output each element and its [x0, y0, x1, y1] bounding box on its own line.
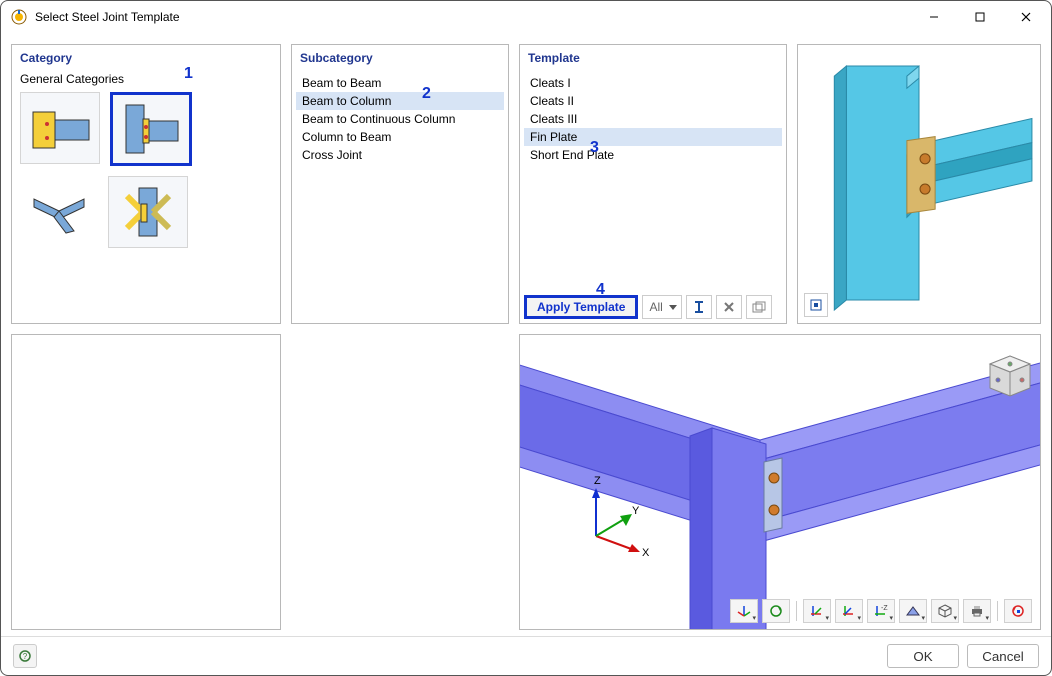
reset-view-icon-button[interactable] [1004, 599, 1032, 623]
list-item[interactable]: Cleats III [524, 110, 782, 128]
template-preview-panel [797, 44, 1041, 324]
chevron-down-icon [669, 305, 677, 310]
zoom-extents-icon-button[interactable] [804, 293, 828, 317]
svg-text:-Z: -Z [881, 605, 888, 612]
category-panel: Category General Categories 1 [11, 44, 281, 324]
render-mode-icon-button[interactable]: ▾ [899, 599, 927, 623]
template-preview-3d [798, 45, 1040, 323]
list-item[interactable]: Fin Plate [524, 128, 782, 146]
category-thumbnails [12, 92, 280, 256]
left-column: Category General Categories 1 [11, 44, 281, 630]
svg-text:X: X [642, 547, 650, 559]
left-empty-panel [11, 334, 281, 630]
cancel-button[interactable]: Cancel [967, 644, 1039, 668]
iso-cube-icon-button[interactable]: ▾ [931, 599, 959, 623]
category-thumb-column-to-beam[interactable] [108, 176, 188, 248]
close-button[interactable] [1003, 2, 1049, 32]
general-categories-label: General Categories [12, 70, 280, 92]
ok-button[interactable]: OK [887, 644, 959, 668]
list-item[interactable]: Cross Joint [296, 146, 504, 164]
category-thumb-beam-to-beam[interactable] [20, 92, 100, 164]
subcategory-column: Subcategory 2 Beam to Beam Beam to Colum… [291, 44, 509, 630]
right-top-row: Template 3 4 Cleats I Cleats II Cleats I… [519, 44, 1041, 324]
view-xy-icon-button[interactable]: ▾ [803, 599, 831, 623]
list-item[interactable]: Beam to Column [296, 92, 504, 110]
dialog-body: Category General Categories 1 [1, 34, 1051, 636]
maximize-button[interactable] [957, 2, 1003, 32]
dialog-footer: ? OK Cancel [1, 636, 1051, 675]
list-item[interactable]: Short End Plate [524, 146, 782, 164]
delete-icon-button[interactable] [716, 295, 742, 319]
view-xz-icon-button[interactable]: ▾ [835, 599, 863, 623]
template-action-row: Apply Template All [524, 295, 782, 319]
category-thumb-beam-to-column[interactable] [110, 92, 192, 166]
minimize-button[interactable] [911, 2, 957, 32]
svg-text:Y: Y [632, 505, 640, 517]
model-viewport-panel[interactable]: Z X Y ▾ ▾ ▾ -Z▾ ▾ ▾ ▾ [519, 334, 1041, 630]
model-viewport-3d: Z X Y [520, 335, 1040, 629]
list-item[interactable]: Cleats I [524, 74, 782, 92]
template-panel: Template 3 4 Cleats I Cleats II Cleats I… [519, 44, 787, 324]
view-yz-icon-button[interactable]: -Z▾ [867, 599, 895, 623]
new-window-icon-button[interactable] [746, 295, 772, 319]
refresh-view-icon-button[interactable] [762, 599, 790, 623]
apply-template-button[interactable]: Apply Template [524, 295, 638, 319]
subcategory-list: Beam to Beam Beam to Column Beam to Cont… [292, 70, 508, 168]
list-item[interactable]: Cleats II [524, 92, 782, 110]
right-column: Template 3 4 Cleats I Cleats II Cleats I… [519, 44, 1041, 630]
axis-tool-icon-button[interactable]: ▾ [730, 599, 758, 623]
rename-icon-button[interactable] [686, 295, 712, 319]
template-header: Template [520, 45, 786, 70]
svg-text:Z: Z [594, 475, 601, 487]
svg-text:?: ? [23, 652, 28, 661]
list-item[interactable]: Beam to Continuous Column [296, 110, 504, 128]
list-item[interactable]: Beam to Beam [296, 74, 504, 92]
print-icon-button[interactable]: ▾ [963, 599, 991, 623]
title-bar: Select Steel Joint Template [1, 1, 1051, 34]
app-icon [11, 9, 27, 25]
template-filter-combo[interactable]: All [642, 295, 681, 319]
viewport-toolbar: ▾ ▾ ▾ -Z▾ ▾ ▾ ▾ [730, 599, 1032, 623]
subcategory-header: Subcategory [292, 45, 508, 70]
window-title: Select Steel Joint Template [35, 10, 180, 24]
category-header: Category [12, 45, 280, 70]
template-filter-label: All [649, 300, 662, 314]
template-list: Cleats I Cleats II Cleats III Fin Plate … [520, 70, 786, 168]
category-thumb-cross-joint[interactable] [20, 176, 98, 246]
help-button[interactable]: ? [13, 644, 37, 668]
dialog-window: Select Steel Joint Template Category Gen… [0, 0, 1052, 676]
subcategory-panel: Subcategory 2 Beam to Beam Beam to Colum… [291, 44, 509, 324]
list-item[interactable]: Column to Beam [296, 128, 504, 146]
